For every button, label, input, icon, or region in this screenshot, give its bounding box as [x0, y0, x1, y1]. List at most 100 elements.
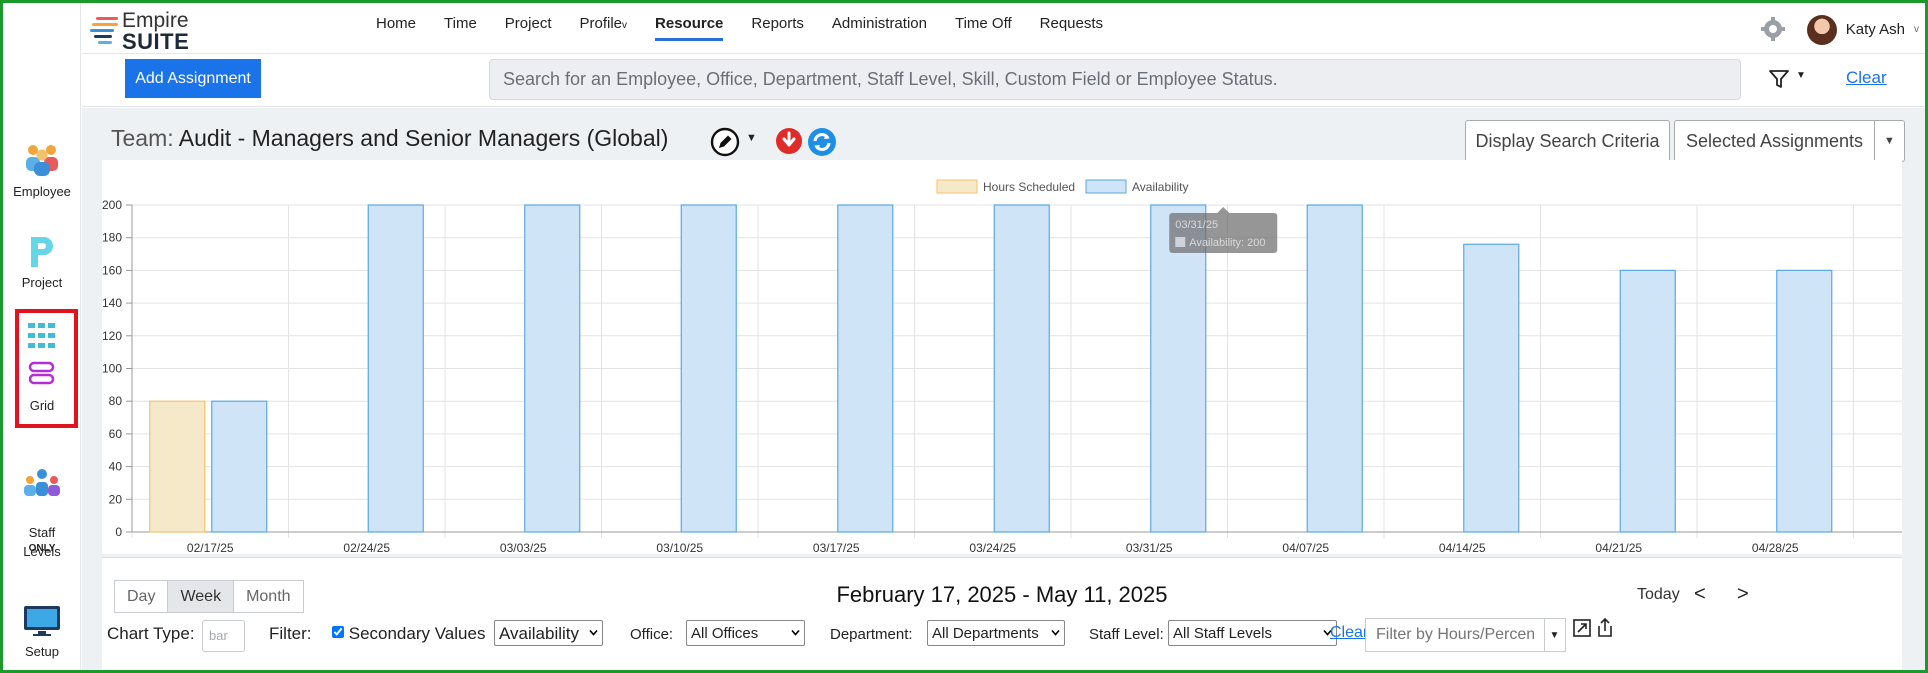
- empire-suite-logo[interactable]: Empire SUITE: [90, 9, 200, 54]
- edit-pen-icon[interactable]: [710, 127, 740, 157]
- selected-assignments-dropdown[interactable]: ▼: [1874, 120, 1905, 162]
- nav-project[interactable]: Project: [491, 3, 566, 54]
- y-tick-label: 180: [102, 231, 122, 245]
- share-export-icon[interactable]: [1595, 617, 1615, 639]
- bar-availability: [993, 204, 1050, 533]
- tooltip-swatch: [1175, 237, 1186, 247]
- staff-levels-icon: [24, 469, 60, 496]
- x-tick-label: 03/31/25: [1126, 541, 1173, 554]
- y-tick-label: 140: [102, 296, 122, 310]
- nav-time-off[interactable]: Time Off: [941, 3, 1026, 54]
- team-label: Team:: [111, 125, 174, 151]
- search-toolbar: Add Assignment ▼ Clear: [82, 54, 1925, 107]
- download-icon[interactable]: [775, 127, 803, 155]
- today-button[interactable]: Today: [1637, 586, 1680, 604]
- add-assignment-button[interactable]: Add Assignment: [125, 59, 261, 98]
- view-toggle: Day Week Month: [114, 580, 304, 613]
- prev-button[interactable]: <: [1694, 583, 1706, 606]
- x-tick-label: 04/28/25: [1752, 541, 1799, 554]
- x-tick-label: 03/24/25: [969, 541, 1016, 554]
- search-input[interactable]: [489, 59, 1741, 100]
- settings-gear-icon[interactable]: [1761, 17, 1785, 41]
- legend-swatch: [936, 179, 978, 194]
- availability-chart: Hours Scheduled Availability 0 20 40 60 80 100 1…: [102, 160, 1902, 554]
- sidebar-item-label: Project: [21, 275, 63, 290]
- view-day-button[interactable]: Day: [114, 580, 169, 613]
- bar-availability: [1619, 269, 1676, 533]
- clear-search-link[interactable]: Clear: [1846, 68, 1887, 88]
- bar-availability: [1306, 204, 1363, 533]
- left-sidebar: Employee Project Grid Staff Levels ONLY: [3, 3, 81, 670]
- legend-label: Availability: [1132, 180, 1188, 194]
- hours-filter-dropdown[interactable]: ▼: [1544, 618, 1566, 652]
- department-select[interactable]: All Departments: [927, 620, 1065, 646]
- x-tick-label: 04/07/25: [1282, 541, 1329, 554]
- chevron-down-icon: [589, 629, 598, 636]
- office-select[interactable]: All Offices: [686, 620, 805, 646]
- chevron-down-icon[interactable]: ▼: [746, 132, 757, 144]
- y-tick-label: 0: [115, 525, 122, 539]
- x-tick-label: 02/24/25: [343, 541, 390, 554]
- nav-administration[interactable]: Administration: [818, 3, 941, 54]
- nav-time[interactable]: Time: [430, 3, 491, 54]
- top-navbar: Empire SUITE Home Time Project Profilev …: [82, 3, 1925, 54]
- nav-reports[interactable]: Reports: [737, 3, 818, 54]
- select-value: All Staff Levels: [1173, 625, 1272, 642]
- nav-home[interactable]: Home: [362, 3, 430, 54]
- department-label: Department:: [830, 626, 913, 643]
- selected-assignments-button[interactable]: Selected Assignments: [1674, 120, 1874, 162]
- bar-availability: [1776, 269, 1833, 533]
- tooltip-text: Availability: 200: [1189, 237, 1265, 249]
- x-tick-label: 03/03/25: [500, 541, 547, 554]
- sidebar-item-label: Employee: [13, 184, 71, 199]
- page-title: Team: Audit - Managers and Senior Manage…: [111, 125, 668, 152]
- staff-level-select[interactable]: All Staff Levels: [1168, 620, 1337, 646]
- secondary-values-checkbox[interactable]: [332, 626, 344, 638]
- bar-availability: [211, 400, 268, 533]
- chevron-down-icon[interactable]: ▼: [1796, 70, 1806, 81]
- select-value: All Offices: [691, 625, 759, 642]
- office-label: Office:: [630, 626, 674, 643]
- user-name[interactable]: Katy Ash: [1846, 21, 1905, 38]
- logo-text-bottom: SUITE: [122, 29, 190, 54]
- hours-percent-filter-input[interactable]: [1365, 618, 1545, 652]
- expand-icon[interactable]: [1572, 618, 1592, 638]
- nav-profile-label: Profile: [579, 15, 623, 32]
- main-nav: Home Time Project Profilev Resource Repo…: [362, 3, 1117, 54]
- bar-availability: [1150, 204, 1207, 533]
- legend-label: Hours Scheduled: [983, 180, 1075, 194]
- sidebar-item-employee[interactable]: Employee: [3, 138, 81, 199]
- employee-group-icon: [26, 145, 58, 176]
- avatar[interactable]: [1807, 15, 1837, 45]
- display-search-criteria-button[interactable]: Display Search Criteria: [1465, 120, 1670, 162]
- x-tick-label: 04/14/25: [1439, 541, 1486, 554]
- filter-row: Chart Type: bar Filter: Secondary Values…: [107, 617, 1897, 654]
- chevron-down-icon[interactable]: v: [1914, 24, 1919, 35]
- view-month-button[interactable]: Month: [233, 580, 304, 613]
- monitor-icon: [24, 606, 60, 636]
- selection-highlight: [15, 309, 78, 428]
- chart-type-field[interactable]: bar: [202, 620, 245, 652]
- next-button[interactable]: >: [1737, 583, 1749, 606]
- sidebar-item-label: Setup: [25, 644, 59, 659]
- chevron-down-icon: v: [622, 20, 628, 31]
- nav-profile[interactable]: Profilev: [565, 3, 641, 54]
- sidebar-item-project[interactable]: Project: [3, 235, 81, 290]
- chart-type-label: Chart Type:: [107, 624, 195, 643]
- sidebar-item-setup[interactable]: Setup: [3, 604, 81, 659]
- clear-filters-link[interactable]: Clear: [1330, 624, 1368, 642]
- filter-funnel-icon[interactable]: [1768, 68, 1790, 90]
- view-week-button[interactable]: Week: [167, 580, 235, 613]
- refresh-sync-icon[interactable]: [807, 127, 837, 157]
- chart-svg: Hours Scheduled Availability 0 20 40 60 80 100 1…: [102, 179, 1902, 554]
- only-badge: ONLY: [28, 543, 56, 554]
- nav-requests[interactable]: Requests: [1026, 3, 1117, 54]
- nav-resource[interactable]: Resource: [641, 3, 737, 54]
- main-content: Team: Audit - Managers and Senior Manage…: [82, 108, 1925, 670]
- y-tick-label: 60: [109, 427, 123, 441]
- team-name: Audit - Managers and Senior Managers (Gl…: [178, 125, 669, 151]
- y-tick-label: 40: [109, 460, 123, 474]
- staff-level-label: Staff Level:: [1089, 626, 1164, 643]
- secondary-values-select[interactable]: Availability: [494, 620, 603, 646]
- x-tick-label: 03/10/25: [656, 541, 703, 554]
